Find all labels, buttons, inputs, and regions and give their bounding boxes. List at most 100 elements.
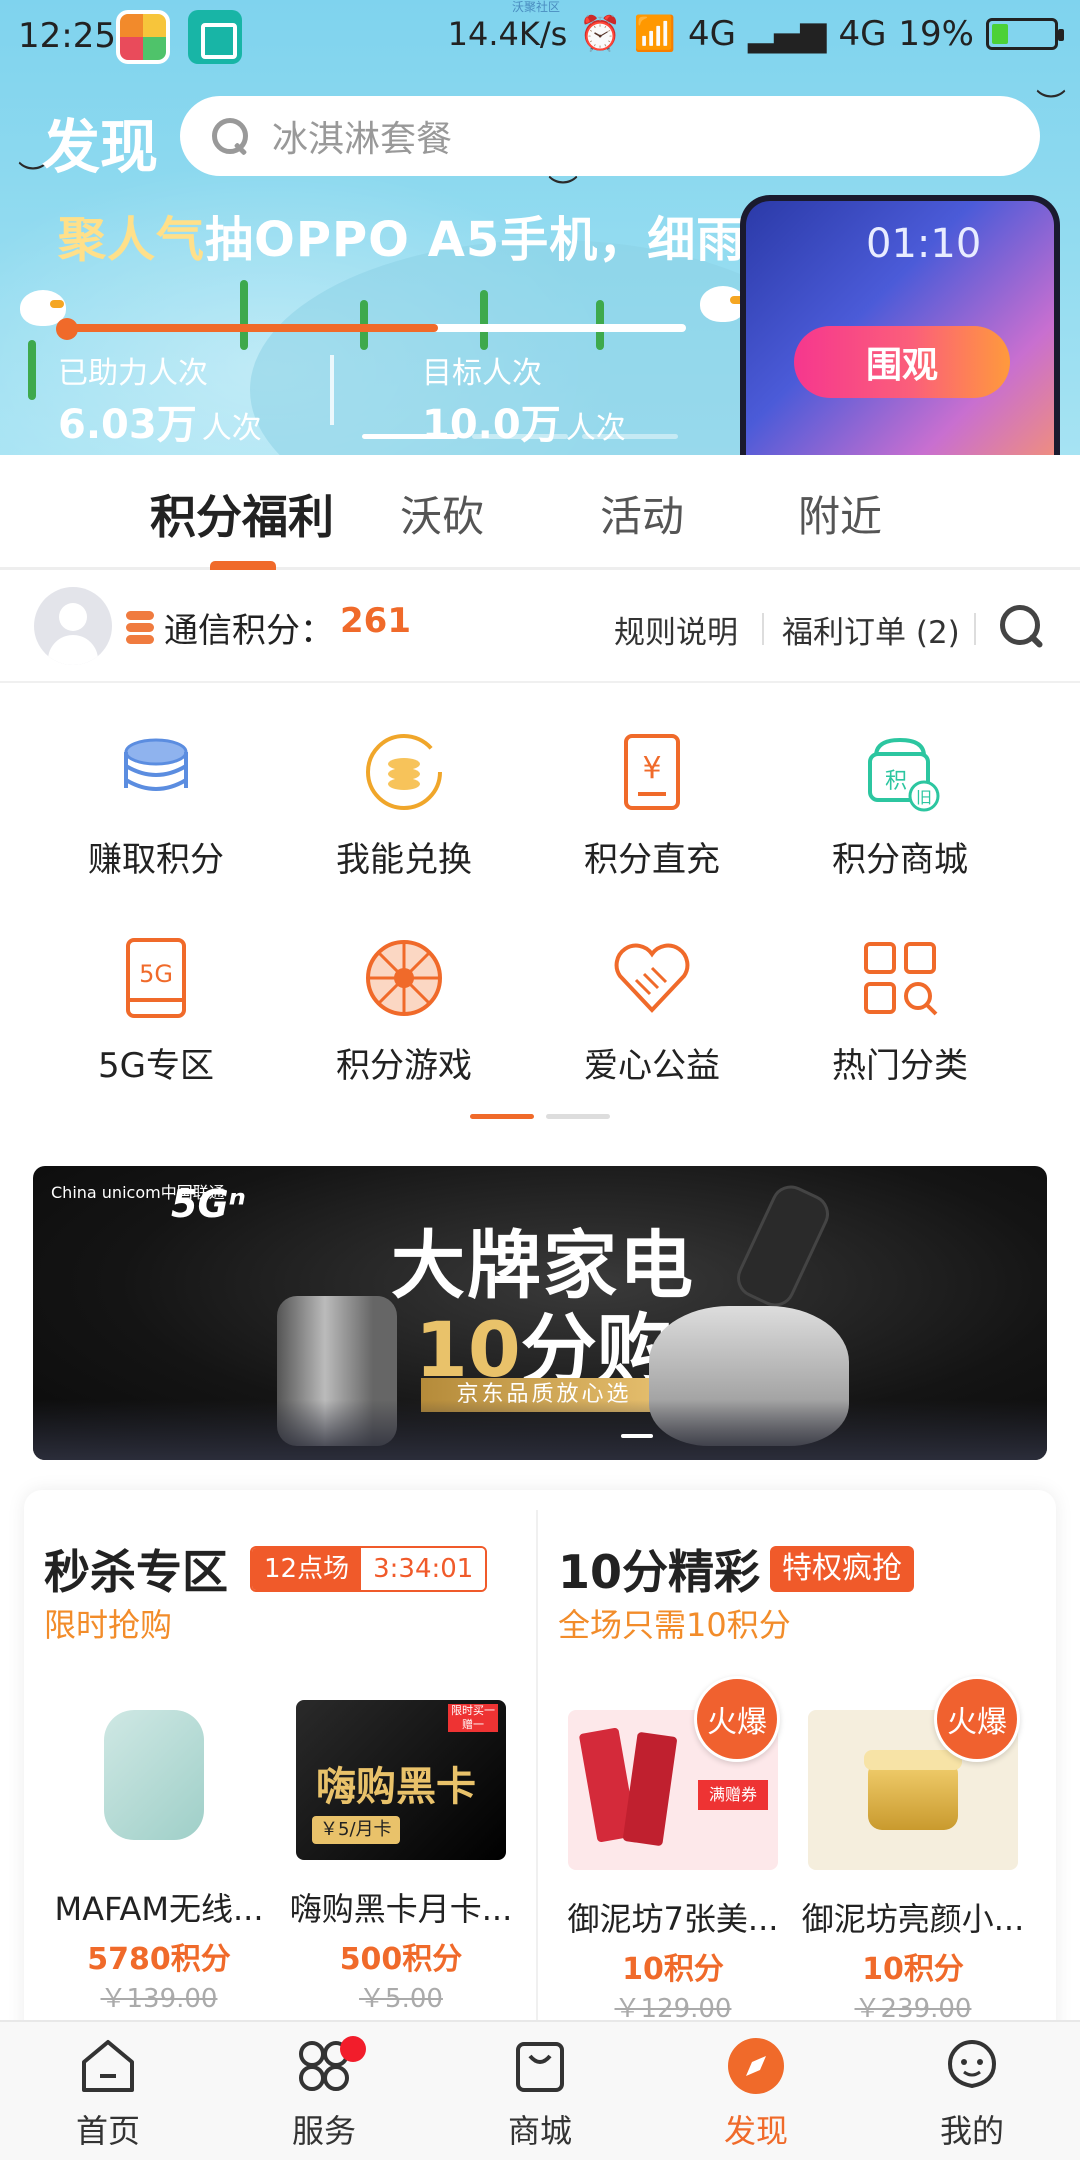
nav-label: 我的 [939, 2112, 1004, 2150]
nav-home[interactable]: 首页 [38, 2036, 178, 2152]
target-unit: 人次 [565, 411, 626, 446]
net-speed: 14.4K/s [447, 15, 568, 53]
nav-label: 服务 [291, 2112, 356, 2150]
ten-points-title[interactable]: 10分精彩 [558, 1536, 760, 1602]
product-price: 10积分 [622, 1952, 724, 1987]
pager-dot [546, 1114, 610, 1119]
campaign-progress-fill [66, 324, 438, 332]
product-card[interactable]: 限时买一赠一 嗨购黑卡 ￥5/月卡 嗨购黑卡月卡... 500积分 ￥5.00 [286, 1700, 516, 2015]
points-value: 261 [340, 601, 411, 641]
coupon-tag: 满赠券 [698, 1780, 768, 1810]
signal-2-label: 4G [838, 14, 887, 54]
product-name: MAFAM无线... [54, 1890, 264, 1928]
svg-text:5G: 5G [139, 960, 173, 988]
nav-services[interactable]: 服务 [254, 2036, 394, 2152]
grass-decoration [28, 340, 36, 400]
tab-nearby[interactable]: 附近 [798, 483, 882, 544]
product-price: 5780积分 [87, 1942, 231, 1977]
search-bar[interactable]: 冰淇淋套餐 [180, 96, 1040, 176]
grid-points-recharge[interactable]: ¥ 积分直充 [532, 730, 772, 881]
tab-points-welfare[interactable]: 积分福利 [150, 481, 334, 547]
nav-label: 商城 [507, 2112, 572, 2150]
product-name: 嗨购黑卡月卡... [289, 1890, 513, 1928]
compass-icon [726, 2036, 786, 2096]
5g-logo: 5Gⁿ [171, 1182, 246, 1226]
target-label: 目标人次 [422, 356, 542, 391]
privilege-badge: 特权疯抢 [770, 1546, 914, 1592]
shopping-bag-icon: 积旧 [858, 730, 942, 814]
session-label: 12点场 [252, 1548, 362, 1590]
swallow-decoration: ︶ [1036, 88, 1066, 123]
coin-stack-icon [126, 611, 154, 645]
search-icon[interactable] [998, 603, 1048, 653]
pager-dot [470, 1114, 534, 1119]
active-tab-indicator [210, 561, 276, 570]
product-original-price: ￥139.00 [100, 1984, 218, 2014]
nav-label: 发现 [723, 2112, 788, 2150]
tab-bar: 积分福利 沃砍 活动 附近 [0, 455, 1080, 570]
grid-label: 热门分类 [832, 1046, 968, 1086]
nav-mall[interactable]: 商城 [470, 2036, 610, 2152]
black-card-price-tag: ￥5/月卡 [312, 1816, 400, 1844]
carousel-dot [472, 434, 568, 439]
home-icon [78, 2036, 138, 2096]
points-label: 通信积分： [164, 611, 334, 651]
battery-percent: 19% [898, 14, 974, 54]
status-time: 12:25 [18, 16, 116, 56]
grid-5g-zone[interactable]: 5G 5G专区 [36, 936, 276, 1087]
nav-profile[interactable]: 我的 [902, 2036, 1042, 2152]
divider [974, 613, 976, 645]
banner-mountain-bg [33, 1400, 1047, 1460]
grid-earn-points[interactable]: 赚取积分 [36, 730, 276, 881]
svg-text:旧: 旧 [916, 788, 932, 807]
search-icon [210, 116, 250, 156]
grid-label: 5G专区 [98, 1046, 214, 1086]
product-price: 500积分 [339, 1942, 463, 1977]
grid-label: 积分直充 [584, 840, 720, 880]
hero-banner[interactable]: ︶ ︶ ︶ 12:25 沃聚社区 14.4K/s ⏰ 📶 4G ▂▄▆ 4G 1… [0, 0, 1080, 455]
grid-charity[interactable]: 爱心公益 [532, 936, 772, 1087]
hot-badge: 火爆 [694, 1676, 780, 1762]
coin-stack-icon [114, 730, 198, 814]
screen-capture-app-icon [188, 10, 242, 64]
ten-points-subtitle: 全场只需10积分 [558, 1606, 791, 1644]
flash-sale-title[interactable]: 秒杀专区 [44, 1536, 228, 1602]
notification-dot [340, 2036, 366, 2062]
phone-clock: 01:10 [866, 221, 982, 267]
banner-carousel-dot [621, 1434, 653, 1438]
helped-value: 6.03万 [58, 402, 197, 448]
black-card-text: 嗨购黑卡 [316, 1764, 476, 1810]
grid-hot-categories[interactable]: 热门分类 [780, 936, 1020, 1087]
countdown-timer: 3:34:01 [361, 1548, 486, 1590]
yuan-phone-icon: ¥ [610, 730, 694, 814]
avatar[interactable] [34, 587, 112, 665]
carousel-dot [362, 434, 458, 439]
appliance-banner[interactable]: China unicom中国联通 5Gⁿ 大牌家电 10分购 京东品质放心选 [33, 1166, 1047, 1460]
product-name: 御泥坊7张美... [567, 1900, 779, 1938]
black-card-image: 限时买一赠一 嗨购黑卡 ￥5/月卡 [296, 1700, 506, 1860]
grid-label: 积分商城 [832, 840, 968, 880]
tab-activities[interactable]: 活动 [600, 483, 684, 544]
stat-divider [330, 355, 334, 425]
grid-points-mall[interactable]: 积旧 积分商城 [780, 730, 1020, 881]
progress-start-dot [56, 318, 78, 340]
exchange-icon [362, 730, 446, 814]
battery-icon [986, 18, 1064, 50]
profile-icon [942, 2036, 1002, 2096]
grid-pager [470, 1114, 610, 1119]
watch-button[interactable]: 围观 [794, 326, 1010, 398]
grid-points-game[interactable]: 积分游戏 [284, 936, 524, 1087]
nav-discover[interactable]: 发现 [686, 2036, 826, 2152]
svg-text:¥: ¥ [642, 751, 661, 786]
wifi-icon: 📶 [633, 14, 676, 54]
product-price: 10积分 [862, 1952, 964, 1987]
product-card[interactable]: MAFAM无线... 5780积分 ￥139.00 [44, 1700, 274, 2015]
tab-wokan[interactable]: 沃砍 [400, 483, 484, 544]
5g-phone-icon: 5G [114, 936, 198, 1020]
session-countdown: 12点场 3:34:01 [250, 1546, 488, 1592]
rules-link[interactable]: 规则说明 [614, 607, 738, 652]
welfare-orders-link[interactable]: 福利订单 (2) [782, 607, 960, 652]
grid-label: 我能兑换 [336, 840, 472, 880]
grid-redeem[interactable]: 我能兑换 [284, 730, 524, 881]
grid-label: 赚取积分 [88, 840, 224, 880]
